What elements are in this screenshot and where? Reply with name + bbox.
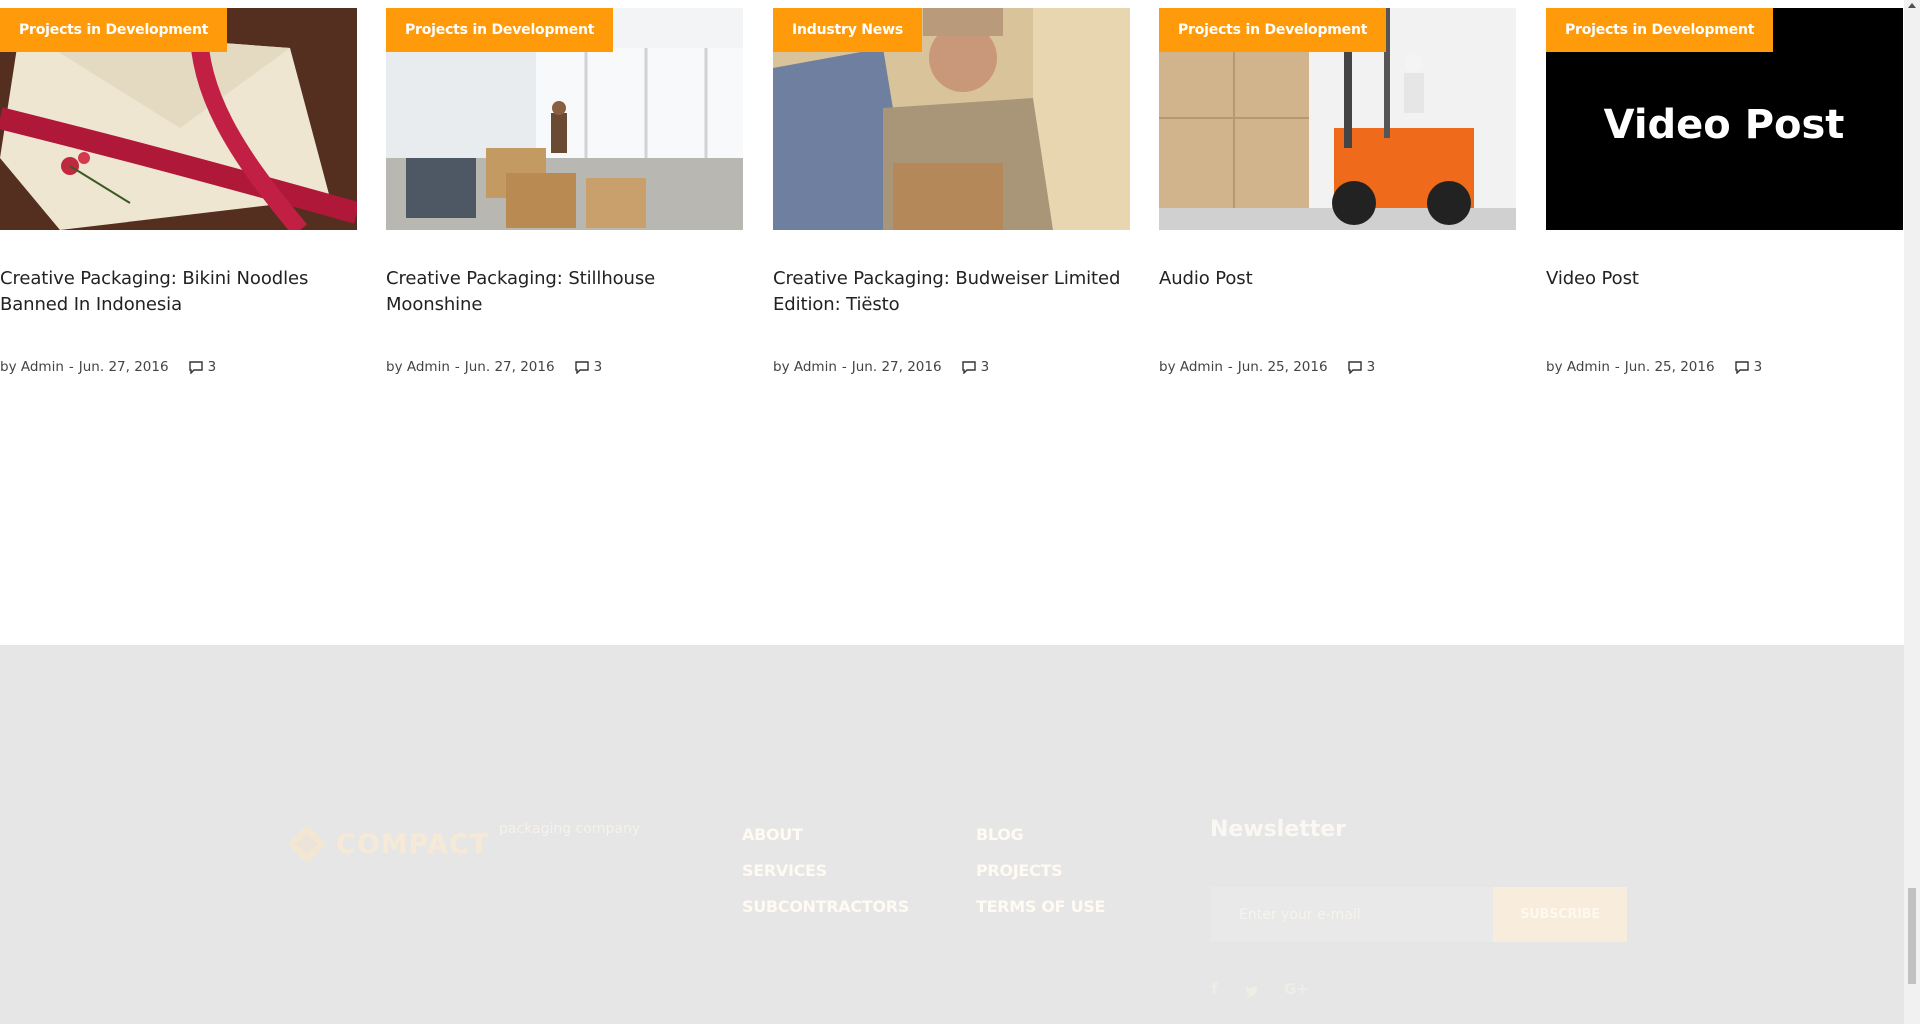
comment-count: 3 [207,359,217,375]
post-thumbnail-link[interactable]: Projects in Development [1159,8,1516,230]
post-meta: by Admin - Jun. 25, 2016 3 [1546,359,1762,375]
newsletter-email-input[interactable] [1210,887,1493,942]
category-badge[interactable]: Industry News [773,8,922,52]
by-label: by [1159,359,1176,375]
post-thumbnail-link[interactable]: Projects in Development [386,8,743,230]
comment-icon [188,360,203,374]
post-title[interactable]: Video Post [1546,266,1901,292]
comment-count: 3 [980,359,990,375]
scrollbar[interactable] [1904,0,1920,1024]
twitter-icon[interactable] [1244,983,1259,1001]
footer-link-terms[interactable]: TERMS OF USE [976,889,1105,925]
by-label: by [386,359,403,375]
post-title[interactable]: Creative Packaging: Stillhouse Moonshine [386,266,741,318]
video-thumb-text: Video Post [1604,102,1845,148]
post-meta: by Admin - Jun. 27, 2016 3 [386,359,602,375]
footer-link-blog[interactable]: BLOG [976,817,1105,853]
scroll-up-arrow-icon[interactable] [1904,0,1920,12]
comments-link[interactable]: 3 [1347,359,1376,375]
footer-nav-column-2: BLOG PROJECTS TERMS OF USE [976,817,1105,925]
by-label: by [0,359,17,375]
google-plus-icon[interactable]: G+ [1284,980,1309,998]
comment-count: 3 [1753,359,1763,375]
twitter-bird-icon [1245,985,1258,998]
category-badge[interactable]: Projects in Development [0,8,228,52]
by-label: by [773,359,790,375]
post-card: Projects in Development Creative Packagi… [0,8,357,375]
footer-nav-column-1: ABOUT SERVICES SUBCONTRACTORS [742,817,909,925]
footer-link-subcontractors[interactable]: SUBCONTRACTORS [742,889,909,925]
footer-link-services[interactable]: SERVICES [742,853,909,889]
footer-logo[interactable]: COMPACT [286,823,489,865]
comment-icon [574,360,589,374]
post-date: Jun. 25, 2016 [1237,359,1328,375]
comment-count: 3 [593,359,603,375]
facebook-icon[interactable]: f [1211,980,1218,998]
by-label: by [1546,359,1563,375]
comment-count: 3 [1366,359,1376,375]
category-badge[interactable]: Projects in Development [386,8,614,52]
subscribe-button[interactable]: SUBSCRIBE [1493,887,1627,942]
scrollbar-thumb[interactable] [1908,888,1916,984]
post-title[interactable]: Audio Post [1159,266,1514,292]
comment-icon [1347,360,1362,374]
site-footer: COMPACT packaging company ABOUT SERVICES… [0,645,1904,1024]
category-badge[interactable]: Projects in Development [1546,8,1774,52]
post-thumbnail-link[interactable]: Projects in Development [0,8,357,230]
post-author[interactable]: Admin [1567,359,1610,375]
comments-link[interactable]: 3 [188,359,217,375]
post-author[interactable]: Admin [794,359,837,375]
blog-posts-row: Projects in Development Creative Packagi… [0,8,1904,398]
post-thumbnail-link[interactable]: Video Post Projects in Development [1546,8,1903,230]
post-thumbnail-link[interactable]: Industry News [773,8,1130,230]
comment-icon [1734,360,1749,374]
category-badge[interactable]: Projects in Development [1159,8,1387,52]
newsletter-title: Newsletter [1210,817,1347,842]
post-meta: by Admin - Jun. 27, 2016 3 [773,359,989,375]
comments-link[interactable]: 3 [1734,359,1763,375]
post-title[interactable]: Creative Packaging: Budweiser Limited Ed… [773,266,1128,318]
logo-text: COMPACT [336,828,490,860]
meta-separator: - [841,359,847,375]
meta-separator: - [1614,359,1620,375]
post-date: Jun. 25, 2016 [1624,359,1715,375]
logo-tagline: packaging company [499,821,641,837]
post-author[interactable]: Admin [21,359,64,375]
post-meta: by Admin - Jun. 25, 2016 3 [1159,359,1375,375]
footer-link-projects[interactable]: PROJECTS [976,853,1105,889]
post-card: Projects in Development Audio Post by Ad… [1159,8,1516,375]
meta-separator: - [1227,359,1233,375]
post-date: Jun. 27, 2016 [78,359,169,375]
comment-icon [961,360,976,374]
comments-link[interactable]: 3 [574,359,603,375]
post-meta: by Admin - Jun. 27, 2016 3 [0,359,216,375]
post-date: Jun. 27, 2016 [851,359,942,375]
post-card: Industry News Creative Packaging: Budwei… [773,8,1130,375]
diamond-logo-icon [288,825,326,863]
post-title[interactable]: Creative Packaging: Bikini Noodles Banne… [0,266,355,318]
meta-separator: - [454,359,460,375]
comments-link[interactable]: 3 [961,359,990,375]
post-card: Projects in Development Creative Packagi… [386,8,743,375]
post-author[interactable]: Admin [1180,359,1223,375]
meta-separator: - [68,359,74,375]
post-date: Jun. 27, 2016 [464,359,555,375]
post-card: Video Post Projects in Development Video… [1546,8,1903,375]
post-author[interactable]: Admin [407,359,450,375]
footer-link-about[interactable]: ABOUT [742,817,909,853]
